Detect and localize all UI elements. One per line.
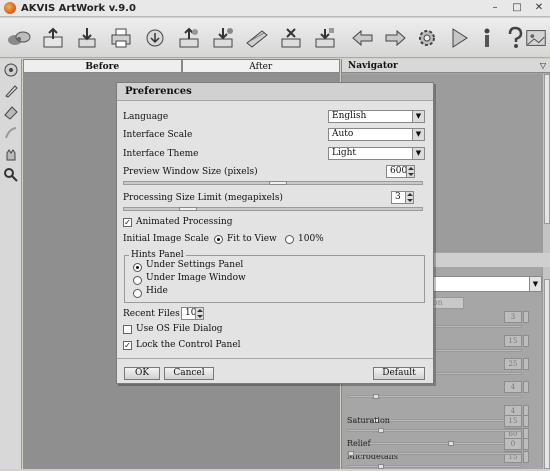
hints-under-settings-radio[interactable] xyxy=(133,263,142,272)
preview-size-input[interactable]: 600 xyxy=(386,165,415,178)
title-bar: AKVIS ArtWork v.9.0 – □ ✕ xyxy=(0,0,550,17)
preferences-dialog: Preferences Language English ▼ Interface … xyxy=(116,82,434,384)
navigate-tool-icon[interactable] xyxy=(1,60,21,80)
animated-processing-label: Animated Processing xyxy=(136,217,233,227)
dialog-title: Preferences xyxy=(117,83,433,101)
scrollbar-thumb-top[interactable] xyxy=(544,74,550,224)
chevron-down-icon: ▼ xyxy=(412,148,424,159)
chevron-down-icon: ▼ xyxy=(412,111,424,122)
preview-size-stepper[interactable] xyxy=(406,166,414,177)
preview-size-slider[interactable] xyxy=(123,181,423,185)
saturation-label: Saturation xyxy=(347,416,390,425)
os-file-dialog-option[interactable]: Use OS File Dialog xyxy=(123,323,428,339)
hints-panel-group: Hints Panel Under Settings Panel Under I… xyxy=(124,250,425,303)
recent-files-input[interactable]: 10 xyxy=(181,307,204,320)
hints-hide-radio[interactable] xyxy=(133,289,142,298)
minimize-button[interactable]: – xyxy=(484,0,506,17)
default-button[interactable]: Default xyxy=(373,367,425,380)
close-button[interactable]: ✕ xyxy=(528,0,550,17)
undo-icon[interactable] xyxy=(348,23,378,53)
hints-hide-label: Hide xyxy=(146,286,168,296)
fit-to-view-label: Fit to View xyxy=(227,234,277,244)
info-icon[interactable] xyxy=(472,23,502,53)
window-title: AKVIS ArtWork v.9.0 xyxy=(21,2,136,14)
lock-panel-option[interactable]: ✓ Lock the Control Panel xyxy=(123,339,428,355)
fit-to-view-radio[interactable] xyxy=(214,235,223,244)
plugin-icon[interactable] xyxy=(310,23,340,53)
interface-scale-label: Interface Scale xyxy=(123,130,193,140)
save-image-icon[interactable] xyxy=(72,23,102,53)
scale-100-label: 100% xyxy=(298,234,324,244)
size-limit-input[interactable]: 3 xyxy=(391,191,414,204)
size-limit-label: Processing Size Limit (megapixels) xyxy=(123,193,283,203)
slider-knob[interactable] xyxy=(179,207,197,211)
size-limit-slider[interactable] xyxy=(123,207,423,211)
interface-theme-label: Interface Theme xyxy=(123,149,199,159)
print-icon[interactable] xyxy=(106,23,136,53)
panel-scrollbar[interactable] xyxy=(542,74,550,469)
redo-icon[interactable] xyxy=(380,23,410,53)
maximize-button[interactable]: □ xyxy=(506,0,528,17)
export-icon[interactable] xyxy=(208,23,238,53)
size-limit-stepper[interactable] xyxy=(405,192,413,203)
hand-tool-icon[interactable] xyxy=(1,144,21,164)
chevron-down-icon: ▼ xyxy=(412,129,424,140)
relief-label: Relief xyxy=(347,439,371,448)
animated-processing-checkbox[interactable]: ✓ xyxy=(123,218,132,227)
ribbon-icon[interactable] xyxy=(242,23,272,53)
cancel-button[interactable]: Cancel xyxy=(164,367,214,380)
settings-icon[interactable] xyxy=(412,23,442,53)
hints-under-settings-label: Under Settings Panel xyxy=(146,260,244,270)
initial-scale-label: Initial Image Scale xyxy=(123,234,210,244)
main-toolbar xyxy=(0,18,550,58)
stroke-tool-icon[interactable] xyxy=(1,123,21,143)
paint-mix-icon[interactable] xyxy=(4,23,34,53)
slider-knob[interactable] xyxy=(269,181,287,185)
tool-column xyxy=(0,59,22,469)
interface-scale-select[interactable]: Auto ▼ xyxy=(328,128,425,141)
brush-tool-icon[interactable] xyxy=(1,81,21,101)
navigator-title: Navigator xyxy=(348,61,398,71)
app-logo-icon xyxy=(4,2,16,14)
param-saturation[interactable]: Saturation 15 xyxy=(342,415,542,435)
os-file-dialog-checkbox[interactable] xyxy=(123,325,132,334)
hints-panel-title: Hints Panel xyxy=(129,250,186,260)
os-file-dialog-label: Use OS File Dialog xyxy=(136,324,223,334)
tab-before[interactable]: Before xyxy=(23,59,182,73)
animated-processing-option[interactable]: ✓ Animated Processing xyxy=(123,216,428,232)
interface-theme-select[interactable]: Light ▼ xyxy=(328,147,425,160)
hints-under-image-label: Under Image Window xyxy=(146,273,246,283)
scrollbar-thumb[interactable] xyxy=(544,279,550,469)
hints-under-image-radio[interactable] xyxy=(133,276,142,285)
collapse-icon[interactable]: ▽ xyxy=(540,59,546,73)
share-icon[interactable] xyxy=(140,23,170,53)
compare-icon[interactable] xyxy=(276,23,306,53)
preview-size-label: Preview Window Size (pixels) xyxy=(123,167,258,177)
language-select[interactable]: English ▼ xyxy=(328,110,425,123)
lock-panel-checkbox[interactable]: ✓ xyxy=(123,341,132,350)
run-icon[interactable] xyxy=(444,23,474,53)
ok-button[interactable]: OK xyxy=(124,367,160,380)
tab-after[interactable]: After xyxy=(181,59,340,73)
lock-panel-label: Lock the Control Panel xyxy=(136,340,241,350)
param-relief[interactable]: Relief 0 xyxy=(342,438,542,458)
recent-files-stepper[interactable] xyxy=(195,308,203,319)
open-image-icon[interactable] xyxy=(38,23,68,53)
eraser-tool-icon[interactable] xyxy=(1,102,21,122)
recent-files-label: Recent Files xyxy=(123,309,180,319)
batch-icon[interactable] xyxy=(174,23,204,53)
navigator-header: Navigator ▽ xyxy=(342,59,550,73)
chevron-down-icon: ▼ xyxy=(529,277,541,291)
gallery-icon[interactable] xyxy=(524,23,548,53)
param-row[interactable]: 4 xyxy=(342,381,542,401)
language-label: Language xyxy=(123,112,169,122)
scale-100-radio[interactable] xyxy=(285,235,294,244)
zoom-tool-icon[interactable] xyxy=(1,165,21,185)
